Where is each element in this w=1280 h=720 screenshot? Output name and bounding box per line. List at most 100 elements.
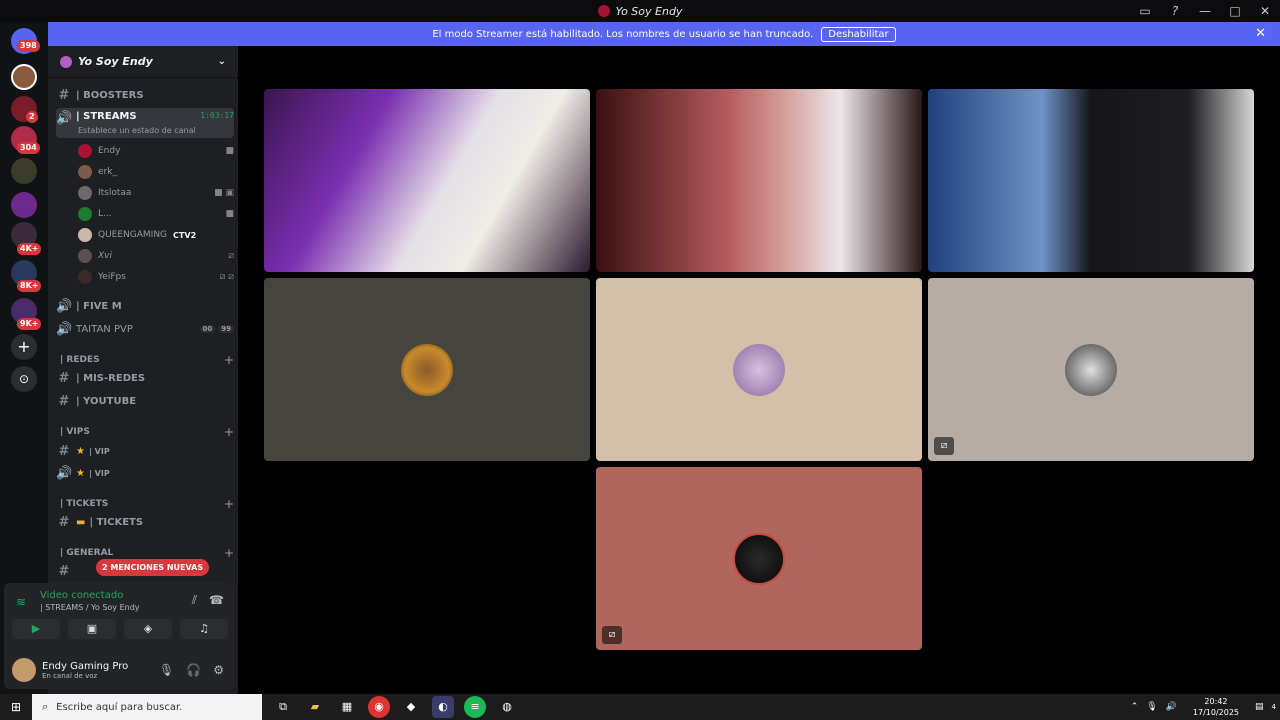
- category-redes[interactable]: | REDES +: [60, 353, 234, 367]
- camera-icon: ■: [225, 209, 234, 219]
- camera-icon: ■: [225, 146, 234, 156]
- channel-vip[interactable]: # ★ | VIP: [56, 441, 234, 461]
- camera-button[interactable]: ▶: [12, 619, 60, 639]
- volume-icon[interactable]: 🔊: [1166, 702, 1177, 712]
- hash-icon: #: [58, 393, 70, 409]
- speaker-icon: 🔊: [56, 298, 73, 314]
- add-channel-icon[interactable]: +: [224, 497, 234, 511]
- server-icon[interactable]: [11, 158, 37, 184]
- voice-tile[interactable]: [596, 278, 922, 461]
- disconnect-icon[interactable]: ☎: [209, 593, 224, 608]
- notification-icon[interactable]: ▤: [1255, 702, 1264, 712]
- microphone-tray-icon[interactable]: 🎙: [1146, 702, 1157, 712]
- voice-user[interactable]: Xvi ⧄: [78, 247, 234, 265]
- channel-streams[interactable]: 🔊 | STREAMS 1:03:17 Establece un estado …: [56, 108, 234, 138]
- channel-label: | VIP: [88, 468, 110, 478]
- channel-tickets[interactable]: # ▬ | TICKETS: [56, 512, 234, 532]
- voice-tile[interactable]: ⧄: [596, 467, 922, 650]
- app-icon[interactable]: ◆: [400, 696, 422, 718]
- channel-label: | BOOSTERS: [76, 89, 144, 101]
- streamer-mode-banner: El modo Streamer está habilitado. Los no…: [48, 22, 1280, 46]
- new-mentions-pill[interactable]: 2 MENCIONES NUEVAS: [96, 559, 210, 576]
- add-channel-icon[interactable]: +: [224, 353, 234, 367]
- channel-boosters[interactable]: # | BOOSTERS: [56, 85, 234, 105]
- voice-user-name: L...: [98, 209, 112, 219]
- taskbar-search[interactable]: ⌕ Escribe aquí para buscar.: [32, 694, 262, 720]
- voice-user[interactable]: YeiFps ⧄ ⧄: [78, 268, 234, 286]
- video-tile[interactable]: [928, 89, 1254, 272]
- activity-button[interactable]: ◈: [124, 619, 172, 639]
- avatar: [78, 144, 92, 158]
- channel-label: | TICKETS: [89, 516, 144, 528]
- headphones-icon[interactable]: 🎧: [186, 663, 201, 677]
- folder-badge: 9K+: [17, 318, 42, 330]
- channel-label: | MIS-REDES: [76, 372, 146, 384]
- server-icon[interactable]: [11, 64, 37, 90]
- file-explorer-icon[interactable]: ▰: [304, 696, 326, 718]
- avatar: [733, 343, 785, 396]
- channel-status-prompt[interactable]: Establece un estado de canal: [78, 126, 196, 135]
- avatar[interactable]: [12, 658, 36, 682]
- username: Endy Gaming Pro: [42, 660, 129, 672]
- ticket-icon: ▬: [76, 516, 86, 528]
- microphone-icon[interactable]: 🎙: [159, 663, 174, 677]
- voice-user[interactable]: L... ■: [78, 205, 234, 223]
- tray-chevron-icon[interactable]: ⌃: [1131, 702, 1139, 712]
- close-banner-icon[interactable]: ✕: [1255, 26, 1266, 41]
- screen-share-button[interactable]: ▣: [68, 619, 116, 639]
- signal-icon[interactable]: ≋: [16, 595, 26, 609]
- category-tickets[interactable]: | TICKETS +: [60, 497, 234, 511]
- video-tile[interactable]: [264, 89, 590, 272]
- disable-streamer-button[interactable]: Deshabilitar: [821, 26, 896, 42]
- channel-count-badge: 99: [218, 325, 234, 333]
- add-server-icon[interactable]: +: [11, 334, 37, 360]
- deafened-icon: ⧄ ⧄: [219, 272, 234, 282]
- windows-start-icon[interactable]: ⊞: [0, 700, 32, 714]
- add-channel-icon[interactable]: +: [224, 546, 234, 560]
- category-general[interactable]: | GENERAL +: [60, 546, 234, 560]
- add-channel-icon[interactable]: +: [224, 425, 234, 439]
- help-icon[interactable]: ?: [1160, 4, 1190, 18]
- maximize-icon[interactable]: □: [1220, 4, 1250, 18]
- app-icon[interactable]: ◍: [496, 696, 518, 718]
- voice-user[interactable]: QUEENGAMING CTV2: [78, 226, 234, 244]
- category-vips[interactable]: | VIPS +: [60, 425, 234, 439]
- noise-suppression-icon[interactable]: ⫽: [192, 593, 197, 608]
- chevron-down-icon[interactable]: ⌄: [218, 56, 226, 67]
- explore-icon[interactable]: ⊙: [11, 366, 37, 392]
- voice-user[interactable]: Endy ■: [78, 142, 234, 160]
- avatar: [401, 343, 453, 396]
- discord-icon[interactable]: ◐: [432, 696, 454, 718]
- store-icon[interactable]: ▦: [336, 696, 358, 718]
- channel-youtube[interactable]: # | YOUTUBE: [56, 391, 234, 411]
- server-badge: 2: [26, 111, 38, 123]
- hash-icon: #: [58, 370, 70, 386]
- voice-user-name: QUEENGAMING: [98, 230, 168, 240]
- channel-five-m[interactable]: 🔊 | FIVE M: [56, 296, 234, 316]
- voice-tile[interactable]: ⧄: [928, 278, 1254, 461]
- voice-channel[interactable]: | STREAMS / Yo Soy Endy: [40, 603, 140, 612]
- channel-label: | STREAMS: [76, 111, 137, 122]
- guild-header[interactable]: Yo Soy Endy ⌄: [48, 46, 238, 78]
- channel-taitan[interactable]: 🔊 TAITAN PVP 00 99: [56, 319, 234, 339]
- video-tile[interactable]: [596, 89, 922, 272]
- settings-gear-icon[interactable]: ⚙: [213, 663, 224, 677]
- voice-user[interactable]: erk_: [78, 163, 234, 181]
- server-icon[interactable]: [11, 192, 37, 218]
- voice-tile[interactable]: [264, 278, 590, 461]
- chrome-icon[interactable]: ◉: [368, 696, 390, 718]
- inbox-icon[interactable]: ▭: [1130, 4, 1160, 18]
- avatar: [78, 228, 92, 242]
- server-badge: 304: [17, 142, 40, 154]
- minimize-icon[interactable]: —: [1190, 4, 1220, 18]
- task-view-icon[interactable]: ⧉: [272, 696, 294, 718]
- channel-label: | YOUTUBE: [76, 395, 137, 407]
- close-window-icon[interactable]: ✕: [1250, 4, 1280, 18]
- spotify-icon[interactable]: ≡: [464, 696, 486, 718]
- soundboard-button[interactable]: ♫: [180, 619, 228, 639]
- channel-mis-redes[interactable]: # | MIS-REDES: [56, 368, 234, 388]
- banner-message: El modo Streamer está habilitado. Los no…: [432, 28, 814, 40]
- voice-user[interactable]: Itslotaa ■ ▣: [78, 184, 234, 202]
- clock[interactable]: 20:42 17/10/2025: [1193, 696, 1239, 718]
- channel-vip-voice[interactable]: 🔊 ★ | VIP: [56, 463, 234, 483]
